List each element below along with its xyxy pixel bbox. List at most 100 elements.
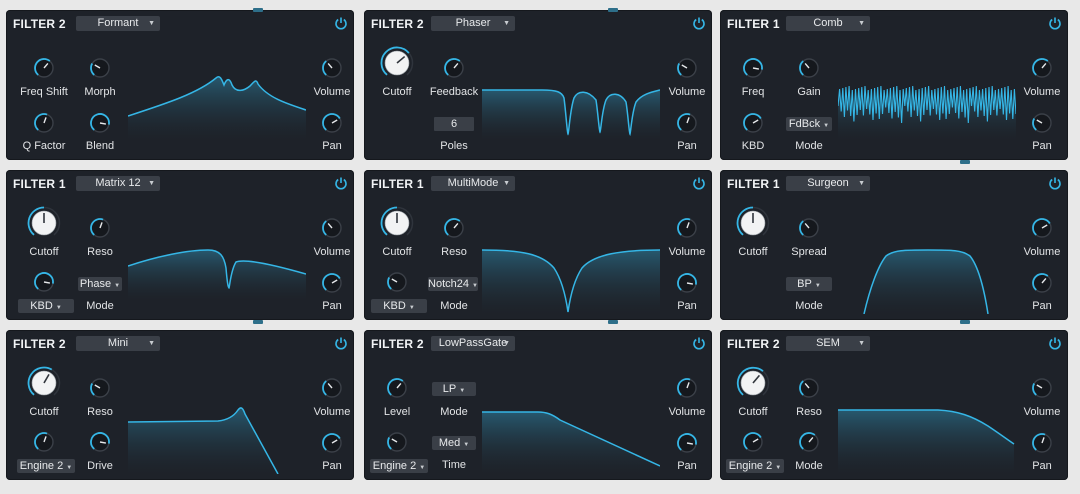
pan-knob[interactable]: [676, 112, 698, 134]
volume-label: Volume: [313, 246, 351, 258]
comb-mode-select[interactable]: FdBck ▼: [786, 117, 832, 131]
chevron-down-icon: ▼: [472, 283, 478, 289]
filter-type-dropdown[interactable]: Mini ▼: [76, 336, 160, 351]
poles-value-box[interactable]: 6: [434, 117, 474, 131]
q-factor-knob[interactable]: [33, 112, 55, 134]
pan-label: Pan: [1032, 140, 1052, 152]
filter-panel-mini: FILTER 2 Mini ▼ Cutoff Reso Engine 2 ▼ Dri…: [6, 330, 354, 480]
filter-type-dropdown[interactable]: Surgeon ▼: [786, 176, 870, 191]
volume-label: Volume: [313, 86, 351, 98]
level-knob[interactable]: [386, 377, 408, 399]
power-icon[interactable]: [692, 336, 706, 350]
power-icon[interactable]: [334, 176, 348, 190]
spread-knob[interactable]: [798, 217, 820, 239]
mode-select[interactable]: Notch24 ▼: [428, 277, 478, 291]
reso-knob[interactable]: [89, 217, 111, 239]
reso-label: Reso: [87, 246, 113, 258]
pan-knob[interactable]: [1031, 112, 1053, 134]
pan-label: Pan: [1032, 300, 1052, 312]
reso-label: Reso: [87, 406, 113, 418]
kbd-knob[interactable]: [33, 271, 55, 293]
engine-knob[interactable]: [33, 431, 55, 453]
freq-shift-knob[interactable]: [33, 57, 55, 79]
time-select[interactable]: Med ▼: [432, 436, 476, 450]
chevron-down-icon: ▼: [459, 388, 466, 394]
kbd-knob[interactable]: [742, 112, 764, 134]
pan-knob[interactable]: [676, 272, 698, 294]
volume-knob[interactable]: [1031, 57, 1053, 79]
freq-knob[interactable]: [742, 57, 764, 79]
power-icon[interactable]: [692, 16, 706, 30]
reso-knob[interactable]: [89, 377, 111, 399]
mode-knob[interactable]: [798, 431, 820, 453]
pan-knob[interactable]: [321, 432, 343, 454]
pan-knob[interactable]: [1031, 272, 1053, 294]
chevron-down-icon: ▼: [503, 340, 510, 347]
mode-select[interactable]: LP ▼: [432, 382, 476, 396]
volume-knob[interactable]: [321, 217, 343, 239]
panel-title: FILTER 2: [13, 337, 66, 351]
volume-knob[interactable]: [321, 377, 343, 399]
pan-knob[interactable]: [321, 272, 343, 294]
drive-knob[interactable]: [89, 431, 111, 453]
filter-type-label: Formant: [97, 17, 139, 29]
volume-knob[interactable]: [676, 377, 698, 399]
kbd-knob[interactable]: [386, 271, 408, 293]
gain-knob[interactable]: [798, 57, 820, 79]
blend-knob[interactable]: [89, 112, 111, 134]
filter-type-dropdown[interactable]: Matrix 12 ▼: [76, 176, 160, 191]
power-icon[interactable]: [1048, 176, 1062, 190]
power-icon[interactable]: [334, 16, 348, 30]
reso-knob[interactable]: [443, 217, 465, 239]
filter-panel-lowpassgate: FILTER 2 LowPassGate ▼ Level LP ▼ Mode Eng…: [364, 330, 712, 480]
chevron-down-icon: ▼: [148, 340, 155, 347]
cutoff-knob[interactable]: [736, 206, 770, 240]
morph-knob[interactable]: [89, 57, 111, 79]
power-icon[interactable]: [692, 176, 706, 190]
engine-knob[interactable]: [742, 431, 764, 453]
mode-select[interactable]: BP ▼: [786, 277, 832, 291]
filter-type-dropdown[interactable]: SEM ▼: [786, 336, 870, 351]
panel-title: FILTER 2: [371, 17, 424, 31]
feedback-knob[interactable]: [443, 57, 465, 79]
filter-type-dropdown[interactable]: MultiMode ▼: [431, 176, 515, 191]
volume-label: Volume: [313, 406, 351, 418]
filter-type-label: MultiMode: [447, 177, 499, 189]
power-icon[interactable]: [1048, 16, 1062, 30]
pan-knob[interactable]: [321, 112, 343, 134]
power-icon[interactable]: [1048, 336, 1062, 350]
panel-link-marker: [253, 8, 263, 12]
cutoff-knob[interactable]: [736, 366, 770, 400]
filter-type-dropdown[interactable]: LowPassGate ▼: [431, 336, 515, 351]
volume-knob[interactable]: [676, 217, 698, 239]
mode-value: FdBck: [788, 118, 821, 130]
panel-title: FILTER 2: [371, 337, 424, 351]
filter-panel-matrix12: FILTER 1 Matrix 12 ▼ Cutoff Reso KBD ▼ Pha…: [6, 170, 354, 320]
power-icon[interactable]: [334, 336, 348, 350]
mode-label: Mode: [795, 140, 823, 152]
time-value: Med: [438, 437, 461, 449]
volume-knob[interactable]: [676, 57, 698, 79]
cutoff-knob[interactable]: [380, 46, 414, 80]
engine-value: Engine 2: [372, 460, 417, 472]
reso-knob[interactable]: [798, 377, 820, 399]
pan-label: Pan: [677, 140, 697, 152]
filter-type-dropdown[interactable]: Formant ▼: [76, 16, 160, 31]
filter-response-graph: [863, 249, 989, 314]
volume-knob[interactable]: [1031, 377, 1053, 399]
cutoff-knob[interactable]: [380, 206, 414, 240]
chevron-down-icon: ▼: [503, 20, 510, 27]
engine-knob[interactable]: [386, 431, 408, 453]
cutoff-knob[interactable]: [27, 206, 61, 240]
volume-label: Volume: [1023, 406, 1061, 418]
filter-type-dropdown[interactable]: Phaser ▼: [431, 16, 515, 31]
pan-knob[interactable]: [1031, 432, 1053, 454]
pan-knob[interactable]: [676, 432, 698, 454]
blend-label: Blend: [85, 140, 115, 152]
volume-knob[interactable]: [1031, 217, 1053, 239]
volume-knob[interactable]: [321, 57, 343, 79]
mode-select[interactable]: Phase ▼: [78, 277, 122, 291]
cutoff-knob[interactable]: [27, 366, 61, 400]
panel-link-marker: [253, 320, 263, 324]
filter-type-dropdown[interactable]: Comb ▼: [786, 16, 870, 31]
